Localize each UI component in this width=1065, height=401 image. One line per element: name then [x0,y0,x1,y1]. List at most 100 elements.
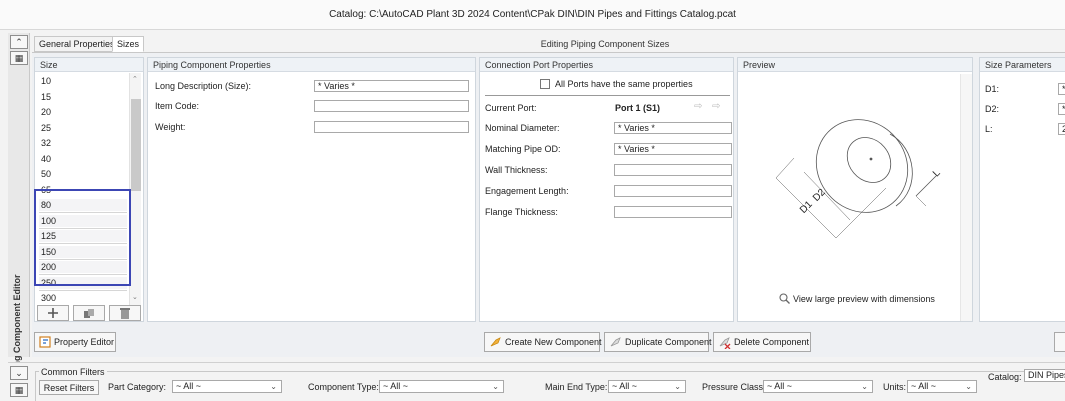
l-label: L: [985,124,993,134]
trash-icon [120,308,130,319]
size-parameters-header: Size Parameters [980,58,1065,72]
window-title: Catalog: C:\AutoCAD Plant 3D 2024 Conten… [0,0,1065,30]
matching-pipe-od-field[interactable]: * Varies * [614,143,732,155]
units-select[interactable]: ~ All ~ ⌄ [907,380,977,393]
d1-field[interactable]: * [1058,83,1065,95]
plus-icon [48,308,58,318]
d1-label: D1: [985,84,1000,94]
property-editor-label: Property Editor [54,337,115,347]
scroll-up-icon[interactable]: ⌃ [132,75,138,83]
all-ports-checkbox[interactable] [540,79,550,89]
component-properties-header: Piping Component Properties [148,58,475,72]
copy-size-button[interactable] [73,305,105,321]
delete-component-icon [719,336,731,349]
create-component-label: Create New Component [505,337,602,347]
clipped-button[interactable] [1054,332,1065,352]
size-parameters-panel: Size Parameters D1: * D2: * L: 2 [979,57,1065,322]
size-row-divider [39,289,127,291]
chevron-down-icon: ⌄ [270,382,277,391]
chevron-down-icon: ⌄ [965,382,972,391]
common-filters-label: Common Filters [39,367,107,377]
size-list-item[interactable]: 10 [39,75,127,87]
create-new-component-button[interactable]: Create New Component [484,332,602,352]
nominal-diameter-label: Nominal Diameter: [485,123,560,133]
d2-field[interactable]: * [1058,103,1065,115]
item-code-label: Item Code: [155,101,200,111]
create-component-icon [490,336,501,346]
size-list-item[interactable]: 40 [39,153,127,165]
weight-label: Weight: [155,122,186,132]
delete-size-button[interactable] [109,305,141,321]
port-properties-header: Connection Port Properties [480,58,733,72]
size-list-item[interactable]: 300 [39,292,127,304]
wall-thickness-label: Wall Thickness: [485,165,548,175]
delete-component-button[interactable]: Delete Component [713,332,811,352]
size-list-header: Size [35,58,143,72]
reducer-drawing [775,119,937,239]
main-end-type-label: Main End Type: [545,382,608,392]
pressure-class-select[interactable]: ~ All ~ ⌄ [763,380,873,393]
pin-icon[interactable]: ▦ [10,51,28,65]
chevron-down-icon: ⌄ [861,382,868,391]
l-field[interactable]: 2 [1058,123,1065,135]
arrow-right-icon[interactable]: ⇨ [712,101,720,112]
duplicate-component-icon [610,336,621,346]
size-list-item[interactable]: 15 [39,91,127,103]
editing-title: Editing Piping Component Sizes [540,39,670,49]
double-chevron-up-icon[interactable]: ⌃ [10,35,28,49]
part-category-label: Part Category: [108,382,167,392]
arrow-left-icon[interactable]: ⇨ [694,101,702,112]
units-label: Units: [883,382,907,392]
size-list-scroll-thumb[interactable] [131,99,141,191]
duplicate-component-label: Duplicate Component [625,337,712,347]
size-list-panel: Size 10 15 20 25 32 40 50 65 80 100 125 150 200 250 30… [34,57,144,322]
engagement-length-label: Engagement Length: [485,186,569,196]
current-port-value: Port 1 (S1) [615,103,661,113]
matching-pipe-od-label: Matching Pipe OD: [485,144,561,154]
all-ports-label: All Ports have the same properties [555,79,693,89]
weight-field[interactable] [314,121,469,133]
chevron-down-icon: ⌄ [492,382,499,391]
duplicate-component-button[interactable]: Duplicate Component [604,332,712,352]
tab-sizes[interactable]: Sizes [112,36,145,52]
long-description-label: Long Description (Size): [155,81,252,91]
size-list-item[interactable]: 32 [39,137,127,149]
pin-icon[interactable]: ▦ [10,383,28,397]
catalog-select[interactable]: DIN Pipes [1024,369,1065,382]
double-chevron-down-icon[interactable]: ⌄ [10,366,28,380]
tab-general-properties[interactable]: General Properties [34,36,120,52]
editor-side-strip: ⌃ ▦ Piping Component Editor [8,33,30,383]
part-category-select[interactable]: ~ All ~ ⌄ [172,380,282,393]
engagement-length-field[interactable] [614,185,732,197]
flange-thickness-field[interactable] [614,206,732,218]
preview-scrollbar[interactable] [960,74,972,321]
catalog-label: Catalog: [988,372,1022,382]
main-end-type-select[interactable]: ~ All ~ ⌄ [608,380,686,393]
size-selection-highlight [34,189,131,286]
scroll-down-icon[interactable]: ⌄ [132,293,138,301]
property-editor-button[interactable]: Property Editor [34,332,116,352]
size-list-item[interactable]: 50 [39,168,127,180]
size-list-item[interactable]: 20 [39,106,127,118]
filter-bar: ⌄ ▦ Common Filters Reset Filters Part Ca… [8,362,1065,401]
component-type-select[interactable]: ~ All ~ ⌄ [379,380,504,393]
nominal-diameter-field[interactable]: * Varies * [614,122,732,134]
reset-filters-button[interactable]: Reset Filters [39,380,99,395]
component-type-label: Component Type: [308,382,379,392]
view-large-preview-link[interactable]: View large preview with dimensions [793,294,935,304]
add-size-button[interactable] [37,305,69,321]
chevron-down-icon: ⌄ [674,382,681,391]
port-properties-panel: Connection Port Properties All Ports hav… [479,57,734,322]
flange-thickness-label: Flange Thickness: [485,207,558,217]
copy-icon [84,308,94,318]
item-code-field[interactable] [314,100,469,112]
long-description-field[interactable]: * Varies * [314,80,469,92]
preview-header: Preview [738,58,972,72]
component-properties-panel: Piping Component Properties Long Descrip… [147,57,476,322]
current-port-label: Current Port: [485,103,537,113]
wall-thickness-field[interactable] [614,164,732,176]
size-list-item[interactable]: 25 [39,122,127,134]
property-editor-icon [39,336,51,348]
pressure-class-label: Pressure Class: [702,382,766,392]
divider [485,95,730,96]
